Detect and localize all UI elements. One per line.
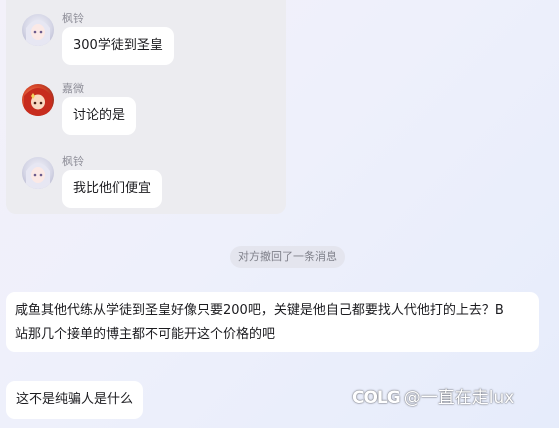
message-line: 站那几个接单的博主都不可能开这个价格的吧	[15, 327, 276, 342]
recall-notice: 对方撤回了一条消息	[230, 246, 345, 268]
anime-avatar-icon[interactable]	[22, 84, 54, 116]
quoted-conversation-block: 枫铃 300学徒到圣皇 嘉微 讨论的是 枫铃 我比他们便宜	[6, 0, 286, 214]
watermark-text: @一直在走lux	[403, 388, 515, 408]
watermark: COLG @一直在走lux	[352, 384, 514, 412]
sender-name: 枫铃	[62, 12, 84, 25]
sender-name: 枫铃	[62, 155, 84, 168]
anime-avatar-icon[interactable]	[22, 14, 54, 46]
message-bubble[interactable]: 咸鱼其他代练从学徒到圣皇好像只要200吧，关键是他自己都要找人代他打的上去？B …	[6, 292, 539, 352]
message-bubble[interactable]: 300学徒到圣皇	[62, 27, 174, 65]
colg-logo: COLG	[352, 388, 401, 408]
message-bubble[interactable]: 讨论的是	[62, 97, 137, 135]
sender-name: 嘉微	[62, 82, 84, 95]
message-bubble[interactable]: 我比他们便宜	[62, 170, 163, 208]
message-line: 咸鱼其他代练从学徒到圣皇好像只要200吧，关键是他自己都要找人代他打的上去？B	[15, 303, 504, 318]
anime-avatar-icon[interactable]	[22, 157, 54, 189]
message-bubble[interactable]: 这不是纯骗人是什么	[6, 381, 144, 419]
